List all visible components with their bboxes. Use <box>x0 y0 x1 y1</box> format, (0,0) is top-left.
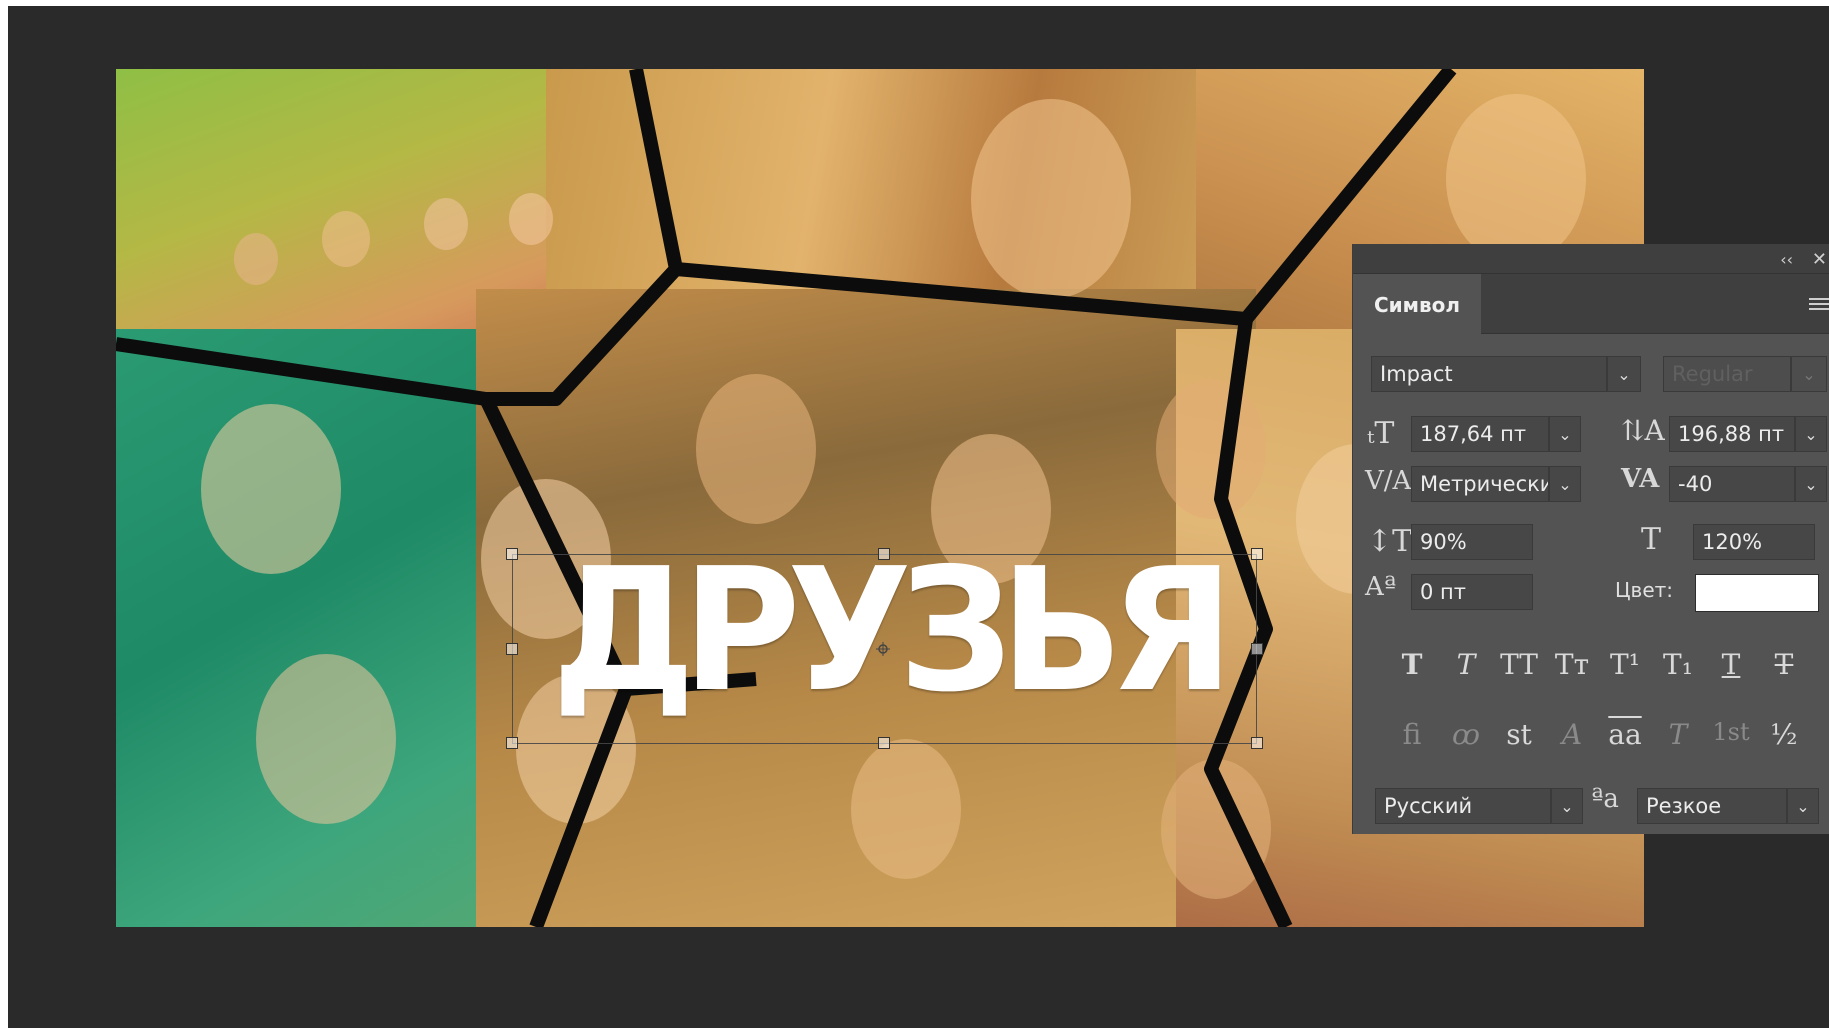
chevron-down-icon: ⌄ <box>1802 364 1816 384</box>
transform-handle-middle-left[interactable] <box>506 643 518 655</box>
collapse-panel-icon[interactable]: ‹‹ <box>1780 250 1793 269</box>
faux-bold-button[interactable]: T <box>1389 648 1435 681</box>
titling-alternates-button[interactable]: T <box>1655 718 1701 751</box>
font-style-dropdown[interactable]: ⌄ <box>1791 356 1827 392</box>
baseline-shift-field[interactable]: 0 пт <box>1411 574 1533 610</box>
font-family-field[interactable]: Impact <box>1371 356 1607 392</box>
horizontal-scale-field[interactable]: 120% <box>1693 524 1815 560</box>
font-size-field[interactable]: 187,64 пт <box>1411 416 1549 452</box>
font-size-dropdown[interactable]: ⌄ <box>1549 416 1581 452</box>
panel-menu-icon[interactable] <box>1807 296 1829 312</box>
antialias-dropdown[interactable]: ⌄ <box>1787 788 1819 824</box>
all-caps-button[interactable]: TT <box>1496 648 1542 681</box>
baseline-shift-icon: Aª <box>1365 572 1397 602</box>
language-field[interactable]: Русский <box>1375 788 1551 824</box>
chevron-down-icon: ⌄ <box>1560 796 1574 816</box>
strikethrough-button[interactable]: T <box>1761 648 1807 681</box>
chevron-down-icon: ⌄ <box>1804 474 1818 494</box>
transform-center-icon[interactable] <box>876 642 890 656</box>
font-size-icon: ₜT <box>1367 416 1395 451</box>
tab-character[interactable]: Символ <box>1353 274 1481 335</box>
kerning-dropdown[interactable]: ⌄ <box>1549 466 1581 502</box>
vertical-scale-field[interactable]: 90% <box>1411 524 1533 560</box>
leading-dropdown[interactable]: ⌄ <box>1795 416 1827 452</box>
transform-handle-top-left[interactable] <box>506 548 518 560</box>
antialias-icon: ªa <box>1591 784 1619 814</box>
transform-handle-top-right[interactable] <box>1251 548 1263 560</box>
chevron-down-icon: ⌄ <box>1804 424 1818 444</box>
transform-handle-bottom-left[interactable] <box>506 737 518 749</box>
stylistic-alternates-button[interactable]: aa <box>1602 718 1648 751</box>
character-panel: ‹‹ ✕ Символ Impact ⌄ Regular ⌄ ₜT 187,64… <box>1352 244 1829 834</box>
chevron-down-icon: ⌄ <box>1558 474 1572 494</box>
superscript-button[interactable]: T¹ <box>1602 648 1648 681</box>
transform-handle-middle-right[interactable] <box>1251 643 1263 655</box>
subscript-button[interactable]: T₁ <box>1655 648 1701 681</box>
ligatures-button[interactable]: fi <box>1389 718 1435 751</box>
panel-title-bar[interactable]: ‹‹ ✕ <box>1353 244 1829 274</box>
font-style-field[interactable]: Regular <box>1663 356 1791 392</box>
color-label: Цвет: <box>1615 578 1674 602</box>
vertical-scale-icon: ↕T <box>1367 524 1413 559</box>
horizontal-scale-icon: T <box>1641 522 1662 557</box>
small-caps-button[interactable]: Tт <box>1549 648 1595 681</box>
underline-button[interactable]: T <box>1708 648 1754 681</box>
old-style-button[interactable]: ꝏ <box>1443 718 1489 751</box>
panel-tab-row: Символ <box>1353 274 1829 335</box>
chevron-down-icon: ⌄ <box>1558 424 1572 444</box>
tracking-dropdown[interactable]: ⌄ <box>1795 466 1827 502</box>
ordinals-button[interactable]: 1st <box>1708 718 1754 746</box>
chevron-down-icon: ⌄ <box>1617 364 1631 384</box>
discretionary-ligatures-button[interactable]: st <box>1496 718 1542 751</box>
transform-handle-bottom-right[interactable] <box>1251 737 1263 749</box>
chevron-down-icon: ⌄ <box>1796 796 1810 816</box>
faux-italic-button[interactable]: T <box>1443 648 1489 681</box>
font-family-dropdown[interactable]: ⌄ <box>1607 356 1641 392</box>
swash-button[interactable]: A <box>1549 718 1595 751</box>
transform-handle-top-center[interactable] <box>878 548 890 560</box>
text-color-swatch[interactable] <box>1695 574 1819 612</box>
kerning-icon: V/A <box>1365 466 1412 496</box>
tracking-icon: VA <box>1621 464 1660 494</box>
language-dropdown[interactable]: ⌄ <box>1551 788 1583 824</box>
transform-handle-bottom-center[interactable] <box>878 737 890 749</box>
leading-field[interactable]: 196,88 пт <box>1669 416 1795 452</box>
tracking-field[interactable]: -40 <box>1669 466 1795 502</box>
antialias-field[interactable]: Резкое <box>1637 788 1787 824</box>
close-panel-icon[interactable]: ✕ <box>1812 249 1827 270</box>
fractions-button[interactable]: ½ <box>1761 718 1807 751</box>
leading-icon: ⇅A <box>1621 414 1665 447</box>
kerning-field[interactable]: Метрически <box>1411 466 1549 502</box>
